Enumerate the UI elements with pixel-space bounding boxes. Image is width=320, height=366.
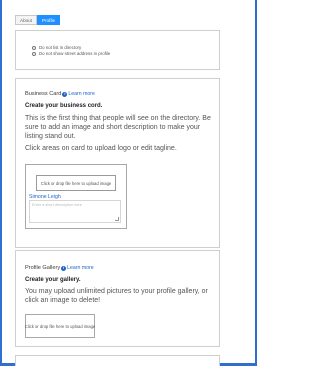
option-label: Do not show street address in profile: [39, 51, 111, 56]
info-circle-icon[interactable]: i: [61, 265, 67, 271]
radio-button[interactable]: [32, 51, 36, 56]
business-card-description: This is the first thing that people will…: [25, 115, 211, 140]
window-frame-right: [255, 0, 257, 366]
learn-more-link[interactable]: Learn more: [67, 265, 94, 271]
profile-gallery-section: Profile Gallery i Learn more Create your…: [15, 250, 220, 347]
option-hide-address[interactable]: Do not show street address in profile: [32, 51, 110, 56]
profile-tabs: About Profile: [15, 15, 61, 25]
logo-upload-dropzone[interactable]: Click or drop file here to upload image: [36, 175, 116, 191]
option-hide-directory[interactable]: Do not list in directory: [32, 45, 81, 50]
tagline-textarea[interactable]: Enter a short description here: [29, 200, 121, 223]
business-card-hint: Click areas on card to upload logo or ed…: [25, 145, 177, 152]
privacy-options-card: Do not list in directory Do not show str…: [15, 30, 220, 70]
next-section-card: [15, 355, 220, 366]
window-frame-left: [0, 0, 2, 366]
radio-button[interactable]: [32, 45, 36, 50]
resize-handle-icon[interactable]: [115, 217, 119, 221]
gallery-heading: Profile Gallery i Learn more: [25, 265, 94, 271]
business-card-heading: Business Card i Learn more: [25, 91, 95, 97]
option-label: Do not list in directory: [39, 45, 82, 50]
business-card-title: Create your business cord.: [25, 103, 103, 109]
business-card-section: Business Card i Learn more Create your b…: [15, 78, 220, 248]
learn-more-link[interactable]: Learn more: [68, 91, 95, 97]
gallery-description: You may upload unlimited pictures to you…: [25, 288, 208, 304]
gallery-upload-dropzone[interactable]: Click or drop file here to upload image: [25, 314, 95, 338]
tab-about[interactable]: About: [15, 15, 38, 25]
info-circle-icon[interactable]: i: [62, 91, 68, 97]
gallery-title: Create your gallery.: [25, 277, 81, 283]
tagline-placeholder: Enter a short description here: [32, 203, 82, 207]
section-title: Profile Gallery: [25, 265, 61, 271]
business-card-preview[interactable]: Click or drop file here to upload image …: [25, 164, 127, 229]
tab-profile[interactable]: Profile: [37, 15, 61, 25]
section-title: Business Card: [25, 91, 62, 97]
